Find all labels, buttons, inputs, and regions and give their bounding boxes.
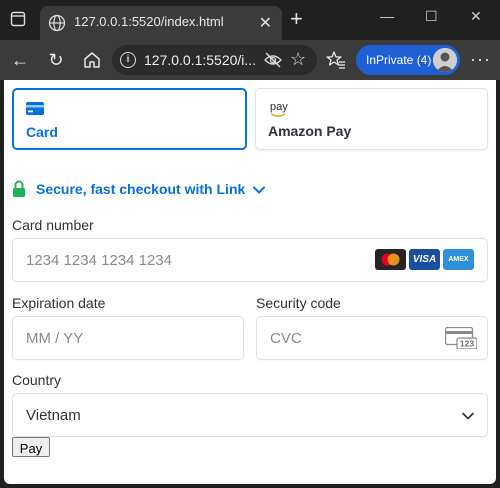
browser-window: 127.0.0.1:5520/index.html ✕ + — ☐ ✕ ← ↻ …	[0, 0, 500, 488]
link-checkout-text: Secure, fast checkout with Link	[36, 181, 246, 197]
lock-icon	[13, 180, 25, 197]
expiration-input[interactable]: MM / YY	[12, 316, 244, 360]
home-icon[interactable]	[82, 50, 102, 70]
amex-icon: AMEX	[443, 249, 474, 270]
country-value: Vietnam	[26, 407, 81, 424]
amazon-smile-icon	[270, 113, 286, 117]
refresh-icon[interactable]: ↻	[46, 50, 66, 70]
site-info-icon[interactable]: i	[120, 52, 136, 68]
minimize-icon[interactable]: —	[380, 8, 394, 24]
card-number-placeholder: 1234 1234 1234 1234	[26, 252, 172, 269]
chevron-down-icon	[462, 412, 474, 420]
browser-toolbar: ← ↻ i 127.0.0.1:5520/i... ☆ InPrivate (4…	[0, 40, 500, 80]
maximize-icon[interactable]: ☐	[425, 8, 438, 25]
security-code-input[interactable]: CVC 123	[256, 316, 488, 360]
address-url: 127.0.0.1:5520/i...	[144, 52, 257, 68]
chevron-down-icon	[253, 186, 265, 194]
new-tab-icon[interactable]: +	[290, 8, 303, 30]
payment-method-label: Amazon Pay	[268, 123, 352, 139]
globe-icon	[48, 14, 66, 32]
favorite-star-icon[interactable]: ☆	[290, 49, 306, 70]
cvc-card-icon: 123	[445, 327, 477, 349]
inprivate-profile-button[interactable]: InPrivate (4)	[356, 45, 460, 75]
tab-close-icon[interactable]: ✕	[259, 13, 272, 33]
tab-strip: 127.0.0.1:5520/index.html ✕ + — ☐ ✕	[0, 0, 500, 40]
security-code-label: Security code	[256, 295, 341, 311]
amazon-pay-icon: pay	[270, 101, 288, 117]
close-window-icon[interactable]: ✕	[470, 8, 482, 25]
payment-method-amazon-pay[interactable]: pay Amazon Pay	[255, 88, 488, 150]
amazon-pay-mark: pay	[270, 101, 288, 113]
cvc-digits: 123	[460, 339, 474, 349]
country-label: Country	[12, 372, 62, 388]
more-options-icon[interactable]: ···	[470, 49, 491, 70]
tab-title: 127.0.0.1:5520/index.html	[74, 14, 224, 29]
pay-button[interactable]: Pay	[12, 437, 50, 457]
payment-method-label: Card	[26, 124, 58, 140]
favorites-icon[interactable]	[326, 50, 346, 70]
tracking-prevention-icon[interactable]	[264, 52, 282, 68]
avatar	[433, 48, 457, 72]
inprivate-label: InPrivate (4)	[366, 53, 432, 67]
mastercard-icon	[375, 249, 406, 270]
country-select[interactable]: Vietnam	[12, 393, 488, 437]
security-code-placeholder: CVC	[270, 330, 302, 347]
card-number-label: Card number	[12, 217, 94, 233]
browser-tab[interactable]: 127.0.0.1:5520/index.html ✕	[40, 6, 282, 40]
address-bar[interactable]: i 127.0.0.1:5520/i... ☆	[112, 45, 317, 75]
card-number-input[interactable]: 1234 1234 1234 1234 VISA AMEX	[12, 238, 488, 282]
window-menu-icon[interactable]	[10, 11, 26, 27]
expiration-label: Expiration date	[12, 295, 106, 311]
visa-icon: VISA	[409, 249, 440, 270]
checkout-page: Card pay Amazon Pay Secure, fast checkou…	[4, 80, 496, 484]
back-icon[interactable]: ←	[10, 50, 30, 70]
credit-card-icon	[26, 102, 44, 115]
expiration-placeholder: MM / YY	[26, 330, 84, 347]
payment-method-card[interactable]: Card	[12, 88, 247, 150]
